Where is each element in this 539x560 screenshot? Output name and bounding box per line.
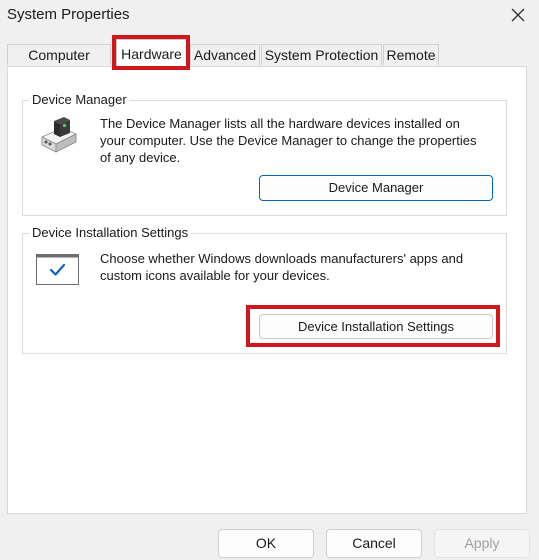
device-manager-group-title: Device Manager (29, 92, 130, 108)
button-label: Apply (464, 535, 500, 551)
tab-remote[interactable]: Remote (383, 44, 439, 65)
title-bar: System Properties (0, 0, 539, 32)
device-manager-group: Device Manager The Device Manager lists … (22, 92, 507, 216)
description-line: your computer. Use the Device Manager to… (100, 133, 477, 148)
button-label: Cancel (352, 535, 396, 551)
close-button[interactable] (507, 4, 529, 26)
button-label: Device Installation Settings (297, 319, 455, 334)
close-icon (511, 8, 525, 22)
checkbox-window-icon (36, 254, 79, 285)
device-installation-description: Choose whether Windows downloads manufac… (100, 250, 500, 284)
apply-button[interactable]: Apply (434, 529, 530, 558)
cancel-button[interactable]: Cancel (326, 529, 422, 558)
hardware-tab-panel: Device Manager The Device Manager lists … (7, 66, 527, 514)
description-line: of any device. (100, 150, 181, 165)
description-line: custom icons available for your devices. (100, 268, 330, 283)
tab-advanced[interactable]: Advanced (190, 44, 260, 65)
description-line: The Device Manager lists all the hardwar… (100, 116, 460, 131)
device-manager-button[interactable]: Device Manager (259, 175, 493, 201)
description-line: Choose whether Windows downloads manufac… (100, 251, 464, 266)
window-title: System Properties (7, 6, 130, 23)
tab-label: Remote (386, 47, 436, 63)
device-installation-settings-group: Device Installation Settings Choose whet… (22, 225, 507, 354)
device-installation-group-title: Device Installation Settings (29, 225, 192, 241)
tab-computer-name[interactable]: Computer Name (7, 44, 111, 83)
tab-label: Hardware (121, 46, 182, 62)
tab-system-protection[interactable]: System Protection (261, 44, 382, 65)
tab-label: System Protection (264, 47, 379, 63)
tab-label: Advanced (193, 47, 257, 63)
button-label: OK (255, 535, 277, 551)
system-properties-window: System Properties Computer Name Hardware… (0, 0, 539, 560)
ok-button[interactable]: OK (218, 529, 314, 558)
device-manager-description: The Device Manager lists all the hardwar… (100, 115, 500, 166)
button-label: Device Manager (328, 180, 424, 195)
tab-hardware[interactable]: Hardware (116, 39, 187, 67)
device-installation-settings-button[interactable]: Device Installation Settings (259, 314, 493, 339)
device-manager-icon (41, 117, 77, 153)
